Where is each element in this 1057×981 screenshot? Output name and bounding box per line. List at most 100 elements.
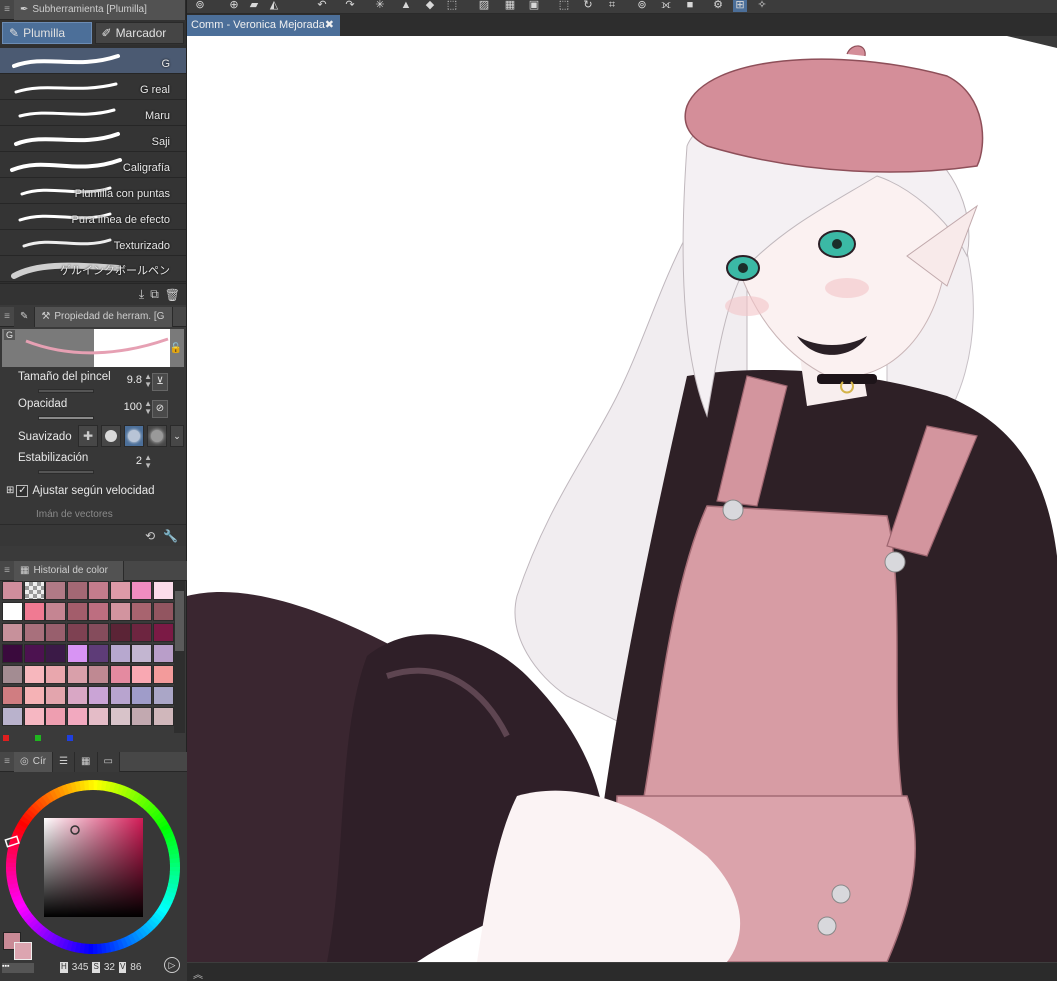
color-swatch[interactable] [66, 623, 88, 642]
tab-tool-property[interactable]: ⚒ Propiedad de herram. [G [35, 306, 174, 327]
scrollbar-thumb[interactable] [175, 591, 184, 651]
color-swatch[interactable] [109, 686, 131, 705]
color-swatch[interactable] [45, 623, 66, 642]
color-swatch[interactable] [152, 707, 174, 726]
tab-subtool[interactable]: ✒ Subherramienta [Plumilla] [14, 0, 186, 20]
color-swatch[interactable] [66, 602, 88, 621]
color-wheel[interactable] [0, 774, 187, 964]
color-swatch[interactable] [88, 581, 109, 600]
transform-icon[interactable]: ⬚ [445, 0, 459, 12]
h-value[interactable]: 345 [72, 962, 89, 973]
tab-plumilla[interactable]: ✎ Plumilla [2, 22, 92, 44]
new-layer-icon[interactable]: ⊚ [193, 0, 207, 12]
settings-icon[interactable]: ⚙ [711, 0, 725, 12]
color-swatch[interactable] [109, 707, 131, 726]
color-swatch[interactable] [66, 644, 88, 663]
tab-color-set[interactable]: ▦ [75, 751, 98, 772]
brush-item-g[interactable]: G [0, 48, 186, 74]
color-swatch[interactable] [66, 665, 88, 684]
brush-item-maru[interactable]: Maru [0, 100, 186, 126]
panel-menu-icon[interactable]: ≡ [0, 756, 14, 767]
settings-wrench-icon[interactable]: 🔧 [163, 529, 178, 543]
stabilization-slider[interactable] [38, 470, 94, 474]
color-swatch[interactable] [2, 581, 23, 600]
color-swatch[interactable] [45, 665, 66, 684]
select-icon[interactable]: ⬚ [557, 0, 571, 12]
color-swatch[interactable] [23, 665, 45, 684]
trash-icon[interactable]: 🗑 [165, 288, 180, 302]
color-swatch[interactable] [109, 644, 131, 663]
panel-menu-icon[interactable]: ≡ [0, 311, 14, 322]
opacity-slider[interactable] [38, 416, 94, 420]
undo-icon[interactable]: ↶ [315, 0, 329, 12]
tab-color-circle[interactable]: ◎ Cír [14, 751, 54, 772]
color-swatch[interactable] [23, 602, 45, 621]
panel-menu-icon[interactable]: ≡ [0, 4, 14, 15]
document-tab[interactable]: Comm - Veronica Mejorada ✖ [187, 15, 340, 36]
color-swatch[interactable] [131, 686, 152, 705]
tab-brush-size[interactable]: ✎ [14, 306, 36, 327]
brush-item-plumilla-puntas[interactable]: Plumilla con puntas [0, 178, 186, 204]
brush-item-gel-pen[interactable]: ゲルインクボールペン [0, 256, 186, 282]
color-swatch[interactable] [152, 665, 174, 684]
color-swatch[interactable] [23, 581, 45, 600]
color-swatch[interactable] [45, 581, 66, 600]
tab-marcador[interactable]: ✐ Marcador [94, 22, 184, 44]
tab-intermediate[interactable]: ▭ [97, 751, 120, 772]
snap-icon[interactable]: ⊞ [733, 0, 747, 12]
panel-menu-icon[interactable]: ≡ [0, 565, 14, 576]
color-swatch[interactable] [152, 581, 174, 600]
color-swatch[interactable] [23, 686, 45, 705]
drawing-canvas[interactable] [187, 36, 1057, 962]
color-swatch[interactable] [88, 686, 109, 705]
download-icon[interactable]: ⤓ [139, 287, 144, 302]
color-swatch[interactable] [152, 686, 174, 705]
brush-item-texturizado[interactable]: Texturizado [0, 230, 186, 256]
color-swatch[interactable] [152, 623, 174, 642]
brush-item-pura-linea[interactable]: Pura línea de efecto [0, 204, 186, 230]
add-icon[interactable]: ⊕ [227, 0, 241, 12]
color-swatch[interactable] [131, 602, 152, 621]
color-swatch[interactable] [66, 581, 88, 600]
brush-size-spinner[interactable]: ▲ ▼ [144, 373, 152, 389]
opacity-toggle-icon[interactable]: ⊘ [152, 400, 168, 418]
color-swatch[interactable] [109, 623, 131, 642]
opacity-spinner[interactable]: ▲ ▼ [144, 400, 152, 416]
frame-icon[interactable]: ▣ [527, 0, 541, 12]
brush-item-saji[interactable]: Saji [0, 126, 186, 152]
triangle-icon[interactable]: ◭ [267, 0, 281, 12]
paste-icon[interactable]: ▰ [247, 0, 261, 12]
stabilization-value[interactable]: 2 [136, 455, 142, 467]
opacity-value[interactable]: 100 [124, 401, 142, 413]
smoothing-option-weak[interactable] [101, 425, 121, 447]
expand-icon[interactable]: ⊞ [6, 485, 14, 496]
color-swatch[interactable] [88, 707, 109, 726]
color-swatch[interactable] [88, 623, 109, 642]
color-swatch[interactable] [131, 707, 152, 726]
crop-icon[interactable]: ⌗ [605, 0, 619, 12]
accent-red[interactable] [3, 735, 9, 741]
color-swatch[interactable] [131, 665, 152, 684]
loading-icon[interactable]: ✳ [373, 0, 387, 12]
s-value[interactable]: 32 [104, 962, 115, 973]
color-swatch[interactable] [23, 644, 45, 663]
color-swatch[interactable] [152, 602, 174, 621]
color-swatch[interactable] [88, 644, 109, 663]
color-swatch[interactable] [2, 644, 23, 663]
smoothing-option-crisp[interactable]: ✚ [78, 425, 98, 447]
color-square-icon[interactable]: ■ [683, 0, 697, 12]
color-swatch[interactable] [109, 602, 131, 621]
expand-up-icon[interactable]: ︽ [193, 966, 203, 981]
brush-item-caligrafia[interactable]: Caligrafía [0, 152, 186, 178]
accent-green[interactable] [35, 735, 41, 741]
color-swatch[interactable] [109, 665, 131, 684]
color-swatch[interactable] [152, 644, 174, 663]
tab-color-history[interactable]: ▦ Historial de color [14, 560, 124, 581]
flip-icon[interactable]: ⟗ [659, 0, 673, 12]
color-swatch[interactable] [131, 623, 152, 642]
color-swatch[interactable] [2, 707, 23, 726]
color-swatch[interactable] [2, 686, 23, 705]
brush-item-g-real[interactable]: G real [0, 74, 186, 100]
lock-icon[interactable]: 🔓 [170, 343, 182, 354]
fill-icon[interactable]: ▲ [399, 0, 413, 12]
